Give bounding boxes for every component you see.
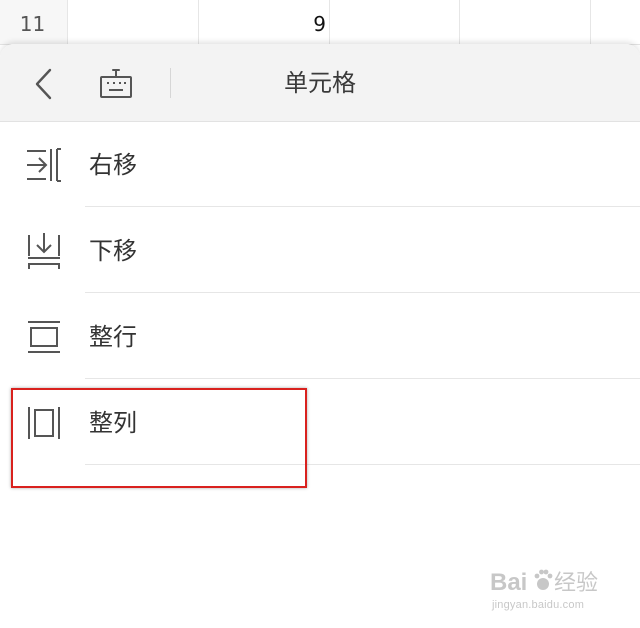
menu-item-shift-down[interactable]: 下移 xyxy=(0,207,640,293)
baidu-jingyan-watermark: Bai 经验 jingyan.baidu.com xyxy=(488,560,628,620)
chevron-left-icon xyxy=(35,68,52,100)
entire-column-icon xyxy=(28,407,60,439)
watermark-url: jingyan.baidu.com xyxy=(492,599,585,611)
menu-item-label: 整行 xyxy=(89,323,137,351)
entire-row-icon xyxy=(28,321,60,353)
baidu-logo: Bai 经验 xyxy=(490,569,598,596)
screen: 11 9 单元格 右移 下移 整行 整列 Bai 经验 jingyan.baid… xyxy=(0,0,640,628)
menu-item-label: 右移 xyxy=(89,151,137,179)
spreadsheet-row: 11 9 xyxy=(0,0,640,45)
shift-down-icon xyxy=(28,233,60,269)
menu-item-shift-right[interactable]: 右移 xyxy=(0,121,640,207)
menu-item-entire-row[interactable]: 整行 xyxy=(0,293,640,379)
grid-cell[interactable] xyxy=(460,0,591,44)
row-header[interactable]: 11 xyxy=(0,0,68,44)
header-divider xyxy=(170,68,171,98)
divider xyxy=(85,464,640,465)
grid-cell[interactable] xyxy=(68,0,199,44)
grid-cell-value[interactable]: 9 xyxy=(199,0,330,44)
grid-cell[interactable] xyxy=(330,0,460,44)
keyboard-button[interactable] xyxy=(94,64,138,104)
menu-item-label: 整列 xyxy=(89,409,137,437)
keyboard-icon xyxy=(100,69,132,98)
panel-title: 单元格 xyxy=(284,69,356,97)
shift-right-icon xyxy=(27,148,61,182)
svg-text:经验: 经验 xyxy=(554,570,598,595)
menu-item-entire-column[interactable]: 整列 xyxy=(0,379,640,465)
grid-cell[interactable] xyxy=(591,0,640,44)
svg-text:Bai: Bai xyxy=(490,569,527,596)
panel-header: 单元格 xyxy=(0,44,640,122)
menu-item-label: 下移 xyxy=(89,237,137,265)
back-button[interactable] xyxy=(22,62,66,106)
cell-insert-panel: 单元格 右移 下移 整行 整列 xyxy=(0,44,640,628)
